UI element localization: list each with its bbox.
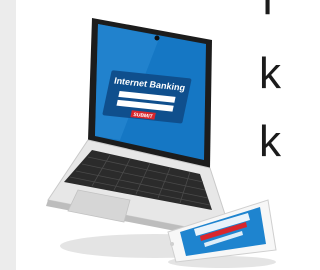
cropped-heading-letter: T <box>254 0 281 22</box>
online-banking-illustration: Internet Banking SUBMIT <box>46 18 277 268</box>
laptop-icon: Internet Banking SUBMIT <box>46 18 233 242</box>
cropped-text-letter: k <box>259 49 281 98</box>
cropped-text-letter: k <box>259 117 281 166</box>
